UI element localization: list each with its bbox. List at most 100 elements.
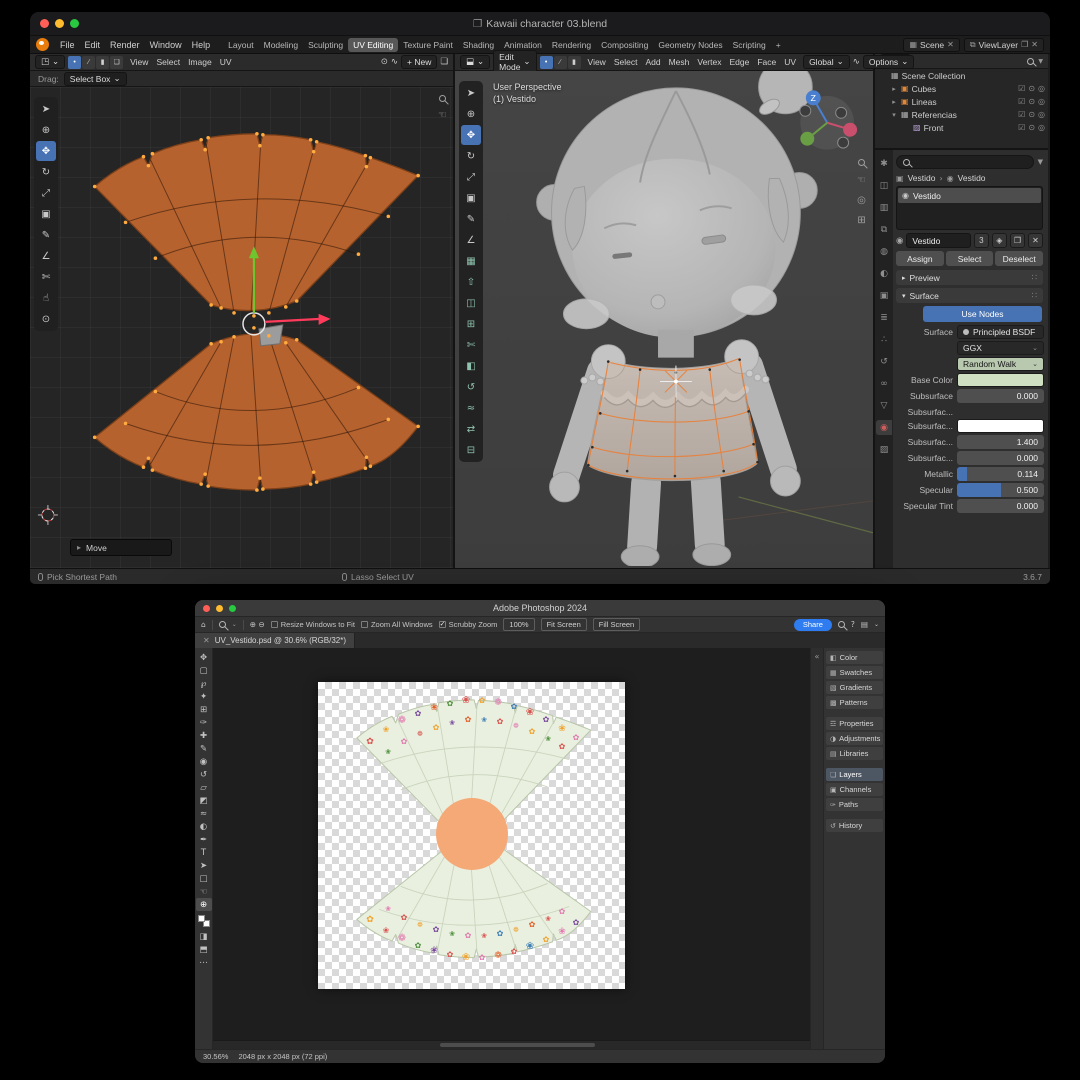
sss-color-swatch[interactable] — [957, 419, 1044, 433]
snap-icon[interactable]: ∿ — [391, 57, 398, 67]
move-tool[interactable]: ✥ — [461, 125, 481, 145]
physics-properties-tab[interactable]: ↺ — [876, 354, 892, 369]
panel-libraries[interactable]: ▤ Libraries — [826, 747, 883, 760]
viewport-menu-item[interactable]: Mesh — [665, 56, 694, 68]
dodge-tool[interactable]: ◐ — [196, 820, 212, 833]
workspace-tab[interactable]: Geometry Nodes — [653, 38, 727, 52]
screen-mode-button[interactable]: ⬒ — [196, 943, 212, 956]
distribution-dropdown[interactable]: GGX⌄ — [957, 341, 1044, 355]
menu-item[interactable]: File — [55, 38, 80, 52]
filter-icon[interactable]: ▼ — [1038, 158, 1043, 166]
preview-section-header[interactable]: ▸ Preview ∷ — [896, 270, 1043, 285]
home-icon[interactable]: ⌂ — [201, 620, 206, 629]
panel-patterns[interactable]: ▩ Patterns — [826, 696, 883, 709]
workspace-tab[interactable]: UV Editing — [348, 38, 398, 52]
uv-texture-document[interactable]: ✿❀ ❁✿ ❀✿ ❀✿ ❁✿ ❀✿ ❀✿ ❀✿ ❁✿ ❀✿ ❀✿ ❁✿ — [318, 682, 625, 989]
path-select-tool[interactable]: ➤ — [196, 859, 212, 872]
quick-mask-button[interactable]: ◨ — [196, 930, 212, 943]
outliner-cubes[interactable]: ▸ ▣ Cubes ☑⊙◎ — [875, 82, 1048, 95]
viewport-menu-item[interactable]: UV — [780, 56, 800, 68]
add-cube-tool[interactable]: ▦ — [461, 251, 481, 271]
scene-properties-tab[interactable]: ◍ — [876, 244, 892, 259]
zoom-100-button[interactable]: 100% — [503, 618, 534, 631]
blender-logo-icon[interactable] — [36, 38, 49, 51]
fit-screen-button[interactable]: Fit Screen — [541, 618, 587, 631]
lasso-tool[interactable]: ℘ — [196, 677, 212, 690]
panel-channels[interactable]: ▣ Channels — [826, 783, 883, 796]
extrude-tool[interactable]: ⇧ — [461, 272, 481, 292]
workspace-tab[interactable]: Layout — [223, 38, 259, 52]
browse-material-icon[interactable]: ◉ — [896, 236, 903, 246]
assign-button[interactable]: Assign — [896, 251, 944, 266]
gradient-tool[interactable]: ◩ — [196, 794, 212, 807]
outliner-scene-collection[interactable]: ▦ Scene Collection ☑⊙◎ — [875, 69, 1048, 82]
workspace-tab[interactable]: Scripting — [728, 38, 771, 52]
eyedropper-tool[interactable]: ✑ — [196, 716, 212, 729]
constraints-properties-tab[interactable]: ∞ — [876, 376, 892, 391]
help-icon[interactable]: ? — [851, 620, 855, 629]
panel-paths[interactable]: ✑ Paths — [826, 798, 883, 811]
magic-wand-tool[interactable]: ✦ — [196, 690, 212, 703]
active-tool-dropdown[interactable]: Select Box⌄ — [64, 72, 127, 86]
viewport-menu-item[interactable]: View — [584, 56, 610, 68]
workspace-tab[interactable]: Shading — [458, 38, 499, 52]
poly-build-tool[interactable]: ◧ — [461, 356, 481, 376]
foreground-background-swatches[interactable] — [198, 915, 210, 927]
scene-selector[interactable]: ▦Scene✕ — [903, 38, 959, 52]
outliner-lineas[interactable]: ▸ ▣ Lineas ☑⊙◎ — [875, 95, 1048, 108]
uv-menu-item[interactable]: Select — [152, 56, 184, 68]
new-material-icon[interactable]: ❐ — [1010, 233, 1025, 248]
editor-type-button[interactable]: ◳⌄ — [35, 55, 65, 69]
knife-tool[interactable]: ✄ — [461, 335, 481, 355]
rip-tool[interactable]: ✄ — [36, 267, 56, 287]
measure-tool[interactable]: ∠ — [461, 230, 481, 250]
object-data-properties-tab[interactable]: ▽ — [876, 398, 892, 413]
uv-menu-item[interactable]: View — [126, 56, 152, 68]
pin-tool[interactable]: ⊙ — [36, 309, 56, 329]
deselect-button[interactable]: Deselect — [995, 251, 1043, 266]
viewport-canvas[interactable]: User Perspective (1) Vestido ➤⊕✥↻⤢▣✎∠▦⇧◫… — [455, 71, 873, 568]
measure-tool[interactable]: ∠ — [36, 246, 56, 266]
editor-type-button[interactable]: ⬓⌄ — [460, 55, 490, 69]
sss-anisotropy-slider[interactable]: 0.000 — [957, 451, 1044, 465]
pen-tool[interactable]: ✒ — [196, 833, 212, 846]
menu-item[interactable]: Edit — [80, 38, 106, 52]
panel-gradients[interactable]: ▧ Gradients — [826, 681, 883, 694]
workspace-tab[interactable]: Modeling — [259, 38, 304, 52]
surface-section-header[interactable]: ▾ Surface ∷ — [896, 288, 1043, 303]
healing-brush-tool[interactable]: ✚ — [196, 729, 212, 742]
open-image-icon[interactable]: ❏ — [440, 57, 448, 67]
brush-tool[interactable]: ✎ — [196, 742, 212, 755]
menu-item[interactable]: Help — [187, 38, 216, 52]
object-properties-tab[interactable]: ▣ — [876, 288, 892, 303]
photoshop-canvas[interactable]: ✿❀ ❁✿ ❀✿ ❀✿ ❁✿ ❀✿ ❀✿ ❀✿ ❁✿ ❀✿ ❀✿ ❁✿ — [213, 648, 810, 1049]
zoom-all-windows-checkbox[interactable]: Zoom All Windows — [361, 620, 433, 629]
search-icon[interactable] — [1027, 58, 1034, 65]
modifier-properties-tab[interactable]: ≣ — [876, 310, 892, 325]
shape-tool[interactable]: □ — [196, 872, 212, 885]
fill-screen-button[interactable]: Fill Screen — [593, 618, 640, 631]
workspace-switcher-icon[interactable]: ▤ — [861, 620, 868, 629]
specular-slider[interactable]: 0.500 — [957, 483, 1044, 497]
spin-tool[interactable]: ↺ — [461, 377, 481, 397]
fake-user-icon[interactable]: ◈ — [992, 233, 1007, 248]
use-nodes-button[interactable]: Use Nodes — [923, 306, 1042, 322]
workspace-tab[interactable]: Compositing — [596, 38, 653, 52]
rotate-tool[interactable]: ↻ — [36, 162, 56, 182]
cursor-tool[interactable]: ⊕ — [36, 120, 56, 140]
uv-canvas[interactable]: ➤⊕✥↻⤢▣✎∠✄☝⊙ ☜ — [30, 87, 453, 568]
tool-preset-chevron[interactable]: ⌄ — [232, 621, 237, 628]
sss-ior-slider[interactable]: 1.400 — [957, 435, 1044, 449]
share-button[interactable]: Share — [794, 619, 832, 631]
zoom-tool-icon[interactable] — [219, 621, 226, 628]
workspace-tab[interactable]: Rendering — [547, 38, 596, 52]
annotate-tool[interactable]: ✎ — [36, 225, 56, 245]
panel-layers[interactable]: ❏ Layers — [826, 768, 883, 781]
rotate-tool[interactable]: ↻ — [461, 146, 481, 166]
outliner-front[interactable]: ▨ Front ☑⊙◎ — [875, 121, 1048, 134]
menu-item[interactable]: Render — [105, 38, 145, 52]
type-tool[interactable]: T — [196, 846, 212, 859]
tweak-tool[interactable]: ➤ — [36, 99, 56, 119]
panel-swatches[interactable]: ▦ Swatches — [826, 666, 883, 679]
view-layer-properties-tab[interactable]: ⧉ — [876, 222, 892, 237]
